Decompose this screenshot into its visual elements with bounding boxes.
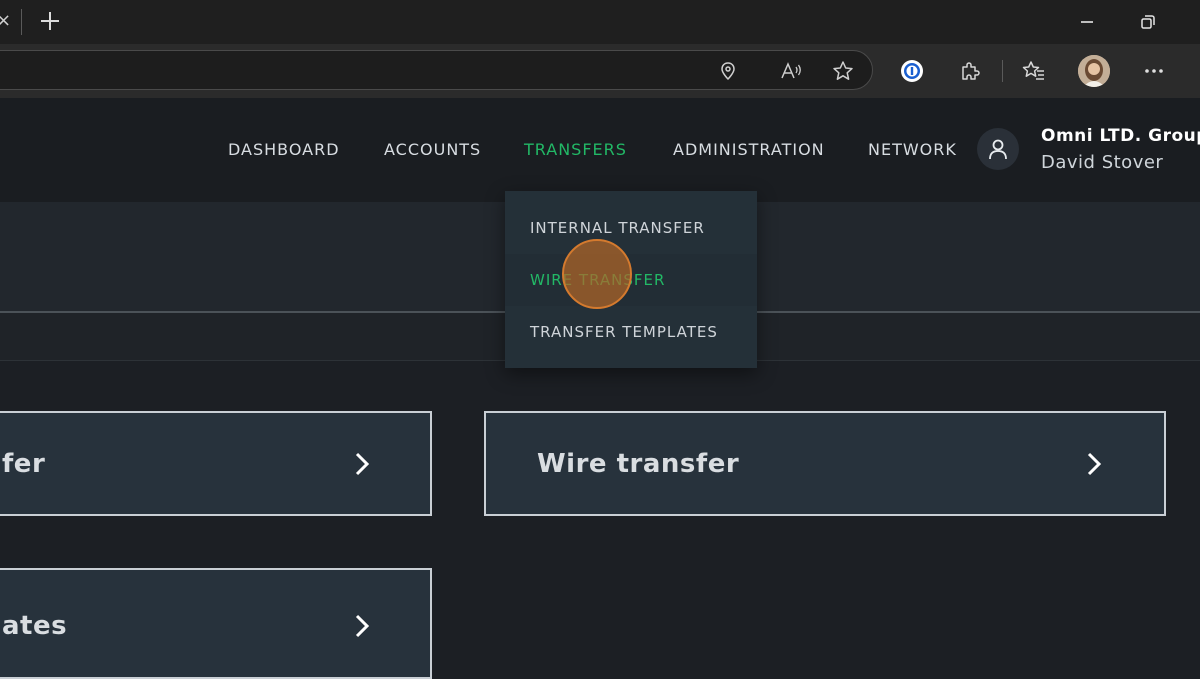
plus-icon xyxy=(41,12,59,30)
menu-item-wire-transfer[interactable]: WIRE TRANSFER xyxy=(505,254,757,306)
transfers-dropdown-menu: INTERNAL TRANSFER WIRE TRANSFER TRANSFER… xyxy=(505,191,757,368)
location-icon[interactable] xyxy=(713,56,743,86)
nav-administration[interactable]: ADMINISTRATION xyxy=(673,140,825,159)
browser-tab-bar: × xyxy=(0,0,1200,44)
user-name: David Stover xyxy=(1041,152,1164,173)
browser-toolbar xyxy=(0,44,1200,98)
chevron-right-icon xyxy=(1087,452,1102,475)
nav-network[interactable]: NETWORK xyxy=(868,140,957,159)
chevron-right-icon xyxy=(355,614,370,638)
internal-transfer-card[interactable]: fer xyxy=(0,411,432,516)
wire-transfer-card[interactable]: Wire transfer xyxy=(484,411,1166,516)
more-icon[interactable] xyxy=(1139,56,1169,86)
card-label: ates xyxy=(2,611,68,641)
close-tab-icon[interactable]: × xyxy=(0,10,11,32)
minimize-window-button[interactable] xyxy=(1074,10,1100,34)
card-label: Wire transfer xyxy=(537,448,740,479)
user-icon xyxy=(989,139,1007,160)
transfer-templates-card[interactable]: ates xyxy=(0,568,432,679)
app-header: DASHBOARD ACCOUNTS TRANSFERS ADMINISTRAT… xyxy=(0,98,1200,202)
user-menu-button[interactable] xyxy=(977,128,1019,170)
nav-accounts[interactable]: ACCOUNTS xyxy=(384,140,481,159)
extensions-icon[interactable] xyxy=(955,56,985,86)
menu-item-transfer-templates[interactable]: TRANSFER TEMPLATES xyxy=(505,306,757,358)
new-tab-button[interactable] xyxy=(36,7,64,35)
read-aloud-icon[interactable] xyxy=(776,56,806,86)
favorites-icon[interactable] xyxy=(1019,56,1049,86)
card-label: fer xyxy=(2,448,46,479)
menu-item-internal-transfer[interactable]: INTERNAL TRANSFER xyxy=(505,202,757,254)
profile-photo-icon xyxy=(1078,55,1110,87)
nav-dashboard[interactable]: DASHBOARD xyxy=(228,140,340,159)
minimize-icon xyxy=(1081,21,1093,23)
toolbar-divider xyxy=(1002,60,1003,82)
password-manager-icon[interactable] xyxy=(897,56,927,86)
favorite-star-icon[interactable] xyxy=(828,56,858,86)
organization-name: Omni LTD. Group xyxy=(1041,126,1200,146)
nav-transfers[interactable]: TRANSFERS xyxy=(524,140,627,159)
chevron-right-icon xyxy=(355,452,370,475)
tab-separator xyxy=(21,9,22,35)
profile-avatar[interactable] xyxy=(1078,55,1110,87)
restore-window-button[interactable] xyxy=(1134,10,1160,34)
restore-icon xyxy=(1141,15,1155,29)
